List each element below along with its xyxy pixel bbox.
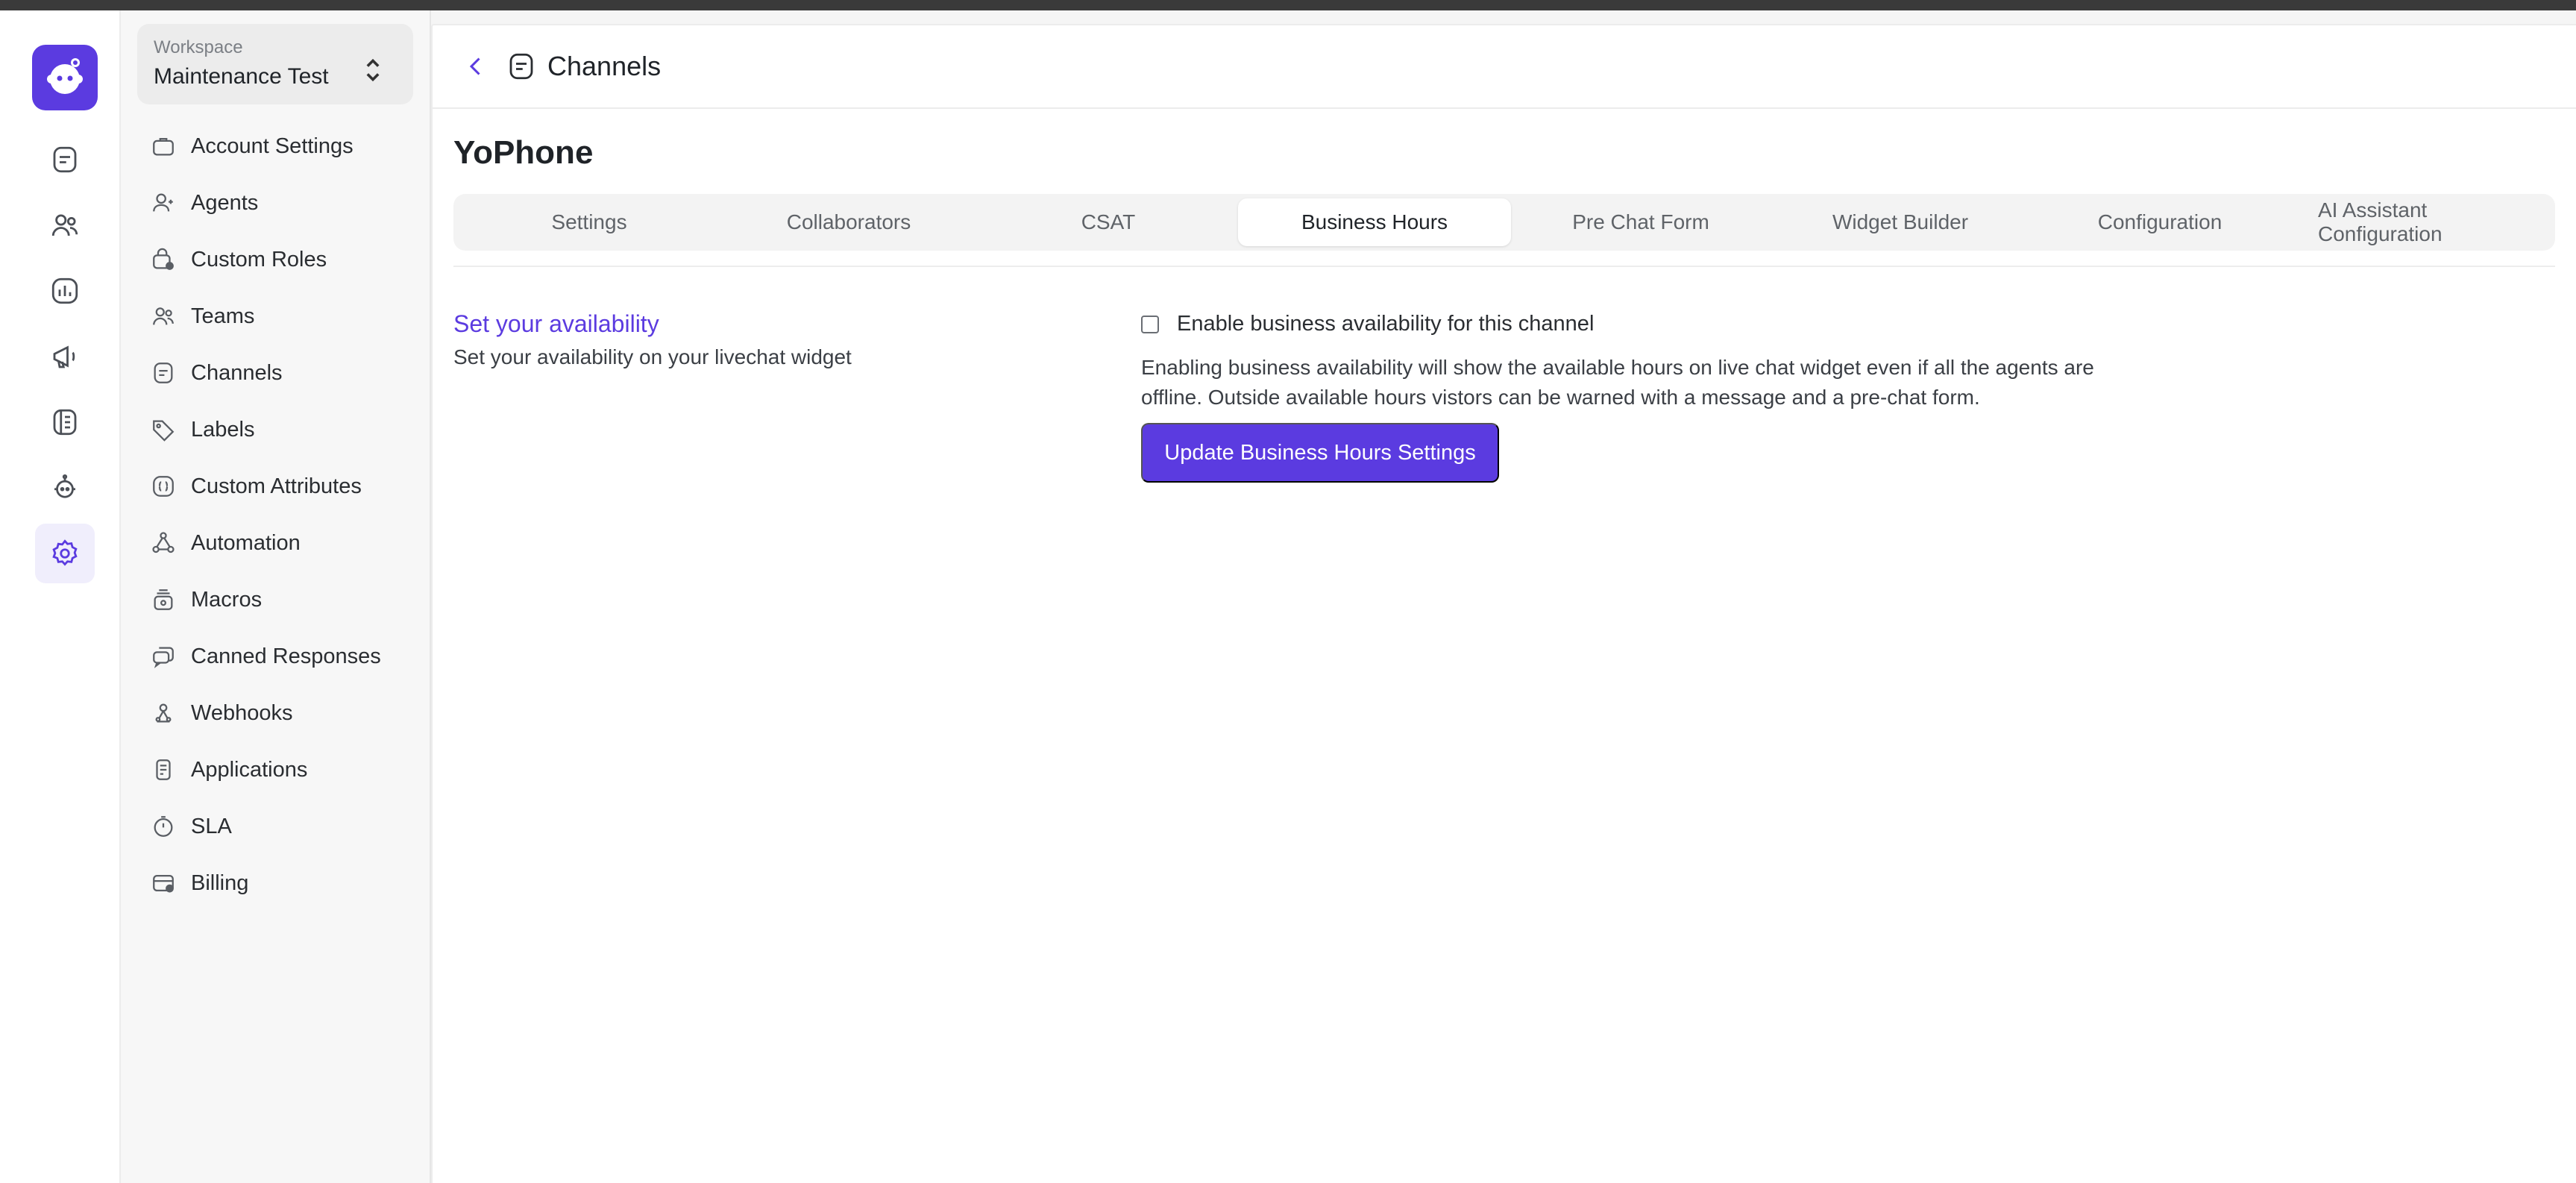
channels-icon	[154, 363, 173, 383]
enable-availability-checkbox[interactable]	[1141, 315, 1159, 333]
sidebar-item-agents[interactable]: Agents	[137, 175, 413, 231]
tab-business-hours[interactable]: Business Hours	[1238, 198, 1511, 246]
canned-responses-icon	[153, 647, 174, 668]
sidebar-item-account-settings[interactable]: Account Settings	[137, 118, 413, 175]
sidebar-item-macros[interactable]: Macros	[137, 571, 413, 628]
main-panel: Channels YoPhone Settings Collaborators …	[431, 24, 2576, 1183]
tab-collaborators[interactable]: Collaborators	[719, 198, 978, 246]
custom-attributes-icon	[153, 476, 174, 497]
availability-help-text: Enabling business availability will show…	[1141, 356, 2094, 409]
sidebar-item-label: Billing	[191, 870, 249, 895]
sidebar-item-label: Macros	[191, 587, 263, 612]
sidebar-item-labels[interactable]: Labels	[137, 401, 413, 458]
reports-icon[interactable]	[35, 261, 95, 321]
sidebar-item-billing[interactable]: Billing	[137, 855, 413, 911]
webhooks-icon	[155, 703, 172, 723]
sidebar-item-label: Applications	[191, 757, 308, 782]
back-chevron-icon[interactable]	[462, 53, 489, 80]
chevron-up-down-icon	[366, 58, 380, 82]
tab-bar: Settings Collaborators CSAT Business Hou…	[453, 194, 2555, 251]
contacts-icon[interactable]	[35, 195, 95, 255]
sidebar-item-label: Webhooks	[191, 700, 293, 725]
sidebar-item-sla[interactable]: SLA	[137, 798, 413, 855]
campaigns-icon[interactable]	[35, 327, 95, 386]
tab-settings[interactable]: Settings	[459, 198, 719, 246]
tabs-divider	[453, 266, 2555, 267]
sidebar-item-canned-responses[interactable]: Canned Responses	[137, 628, 413, 685]
section-title: Set your availability	[453, 310, 659, 337]
app-frame: Workspace Maintenance Test Account Setti…	[0, 10, 2576, 1183]
sidebar-item-teams[interactable]: Teams	[137, 288, 413, 345]
tab-configuration[interactable]: Configuration	[2030, 198, 2290, 246]
macros-icon	[154, 589, 173, 610]
sidebar-item-label: Channels	[191, 360, 283, 385]
bot-logo-icon	[47, 58, 83, 94]
page-header: Channels	[433, 25, 2576, 109]
sidebar-item-label: Canned Responses	[191, 644, 381, 668]
enable-availability-row[interactable]: Enable business availability for this ch…	[1141, 312, 2126, 336]
workspace-name: Maintenance Test	[154, 64, 329, 89]
workspace-switcher[interactable]: Workspace Maintenance Test	[137, 24, 413, 104]
agents-icon	[153, 193, 173, 212]
page-title: YoPhone	[453, 134, 594, 171]
sidebar-item-custom-attributes[interactable]: Custom Attributes	[137, 458, 413, 515]
conversations-icon[interactable]	[35, 130, 95, 189]
sidebar-item-applications[interactable]: Applications	[137, 741, 413, 798]
sidebar-item-channels[interactable]: Channels	[137, 345, 413, 401]
automation-icon	[152, 532, 175, 553]
sidebar-item-label: Agents	[191, 190, 259, 215]
sidebar-item-label: Custom Roles	[191, 247, 327, 272]
sidebar-item-label: Custom Attributes	[191, 474, 362, 498]
tab-pre-chat-form[interactable]: Pre Chat Form	[1511, 198, 1771, 246]
primary-nav-rail	[10, 10, 121, 1183]
window-edge	[0, 10, 10, 1183]
sidebar-item-label: Labels	[191, 417, 255, 442]
header-title: Channels	[547, 51, 662, 81]
briefcase-icon	[153, 137, 174, 156]
page-content: YoPhone Settings Collaborators CSAT Busi…	[433, 109, 2576, 505]
billing-icon	[153, 874, 174, 893]
settings-sidebar: Workspace Maintenance Test Account Setti…	[121, 10, 431, 1183]
availability-form: Enable business availability for this ch…	[1141, 310, 2126, 483]
channels-icon	[509, 53, 533, 80]
workspace-label: Workspace	[154, 37, 243, 57]
settings-icon[interactable]	[35, 524, 95, 583]
tab-ai-assistant-configuration[interactable]: AI Assistant Configuration	[2290, 198, 2549, 246]
ai-bot-icon[interactable]	[35, 458, 95, 518]
sidebar-item-automation[interactable]: Automation	[137, 515, 413, 571]
sidebar-item-label: Account Settings	[191, 134, 354, 158]
update-business-hours-button[interactable]: Update Business Hours Settings	[1141, 423, 1499, 483]
app-logo[interactable]	[32, 45, 98, 110]
applications-icon	[156, 759, 171, 780]
teams-icon	[153, 307, 174, 325]
section-description: Set your availability on your livechat w…	[453, 345, 852, 368]
timer-icon	[154, 816, 173, 837]
availability-section: Set your availability Set your availabil…	[453, 310, 2555, 483]
sidebar-item-label: SLA	[191, 814, 232, 838]
checkbox-label: Enable business availability for this ch…	[1177, 312, 1595, 336]
tab-widget-builder[interactable]: Widget Builder	[1771, 198, 2030, 246]
tab-csat[interactable]: CSAT	[978, 198, 1238, 246]
sidebar-item-custom-roles[interactable]: Custom Roles	[137, 231, 413, 288]
sidebar-item-label: Automation	[191, 530, 301, 555]
sidebar-item-label: Teams	[191, 304, 255, 328]
help-center-icon[interactable]	[35, 392, 95, 452]
tag-icon	[153, 420, 175, 442]
custom-roles-icon	[153, 248, 174, 270]
availability-intro: Set your availability Set your availabil…	[453, 310, 1141, 483]
sidebar-item-webhooks[interactable]: Webhooks	[137, 685, 413, 741]
